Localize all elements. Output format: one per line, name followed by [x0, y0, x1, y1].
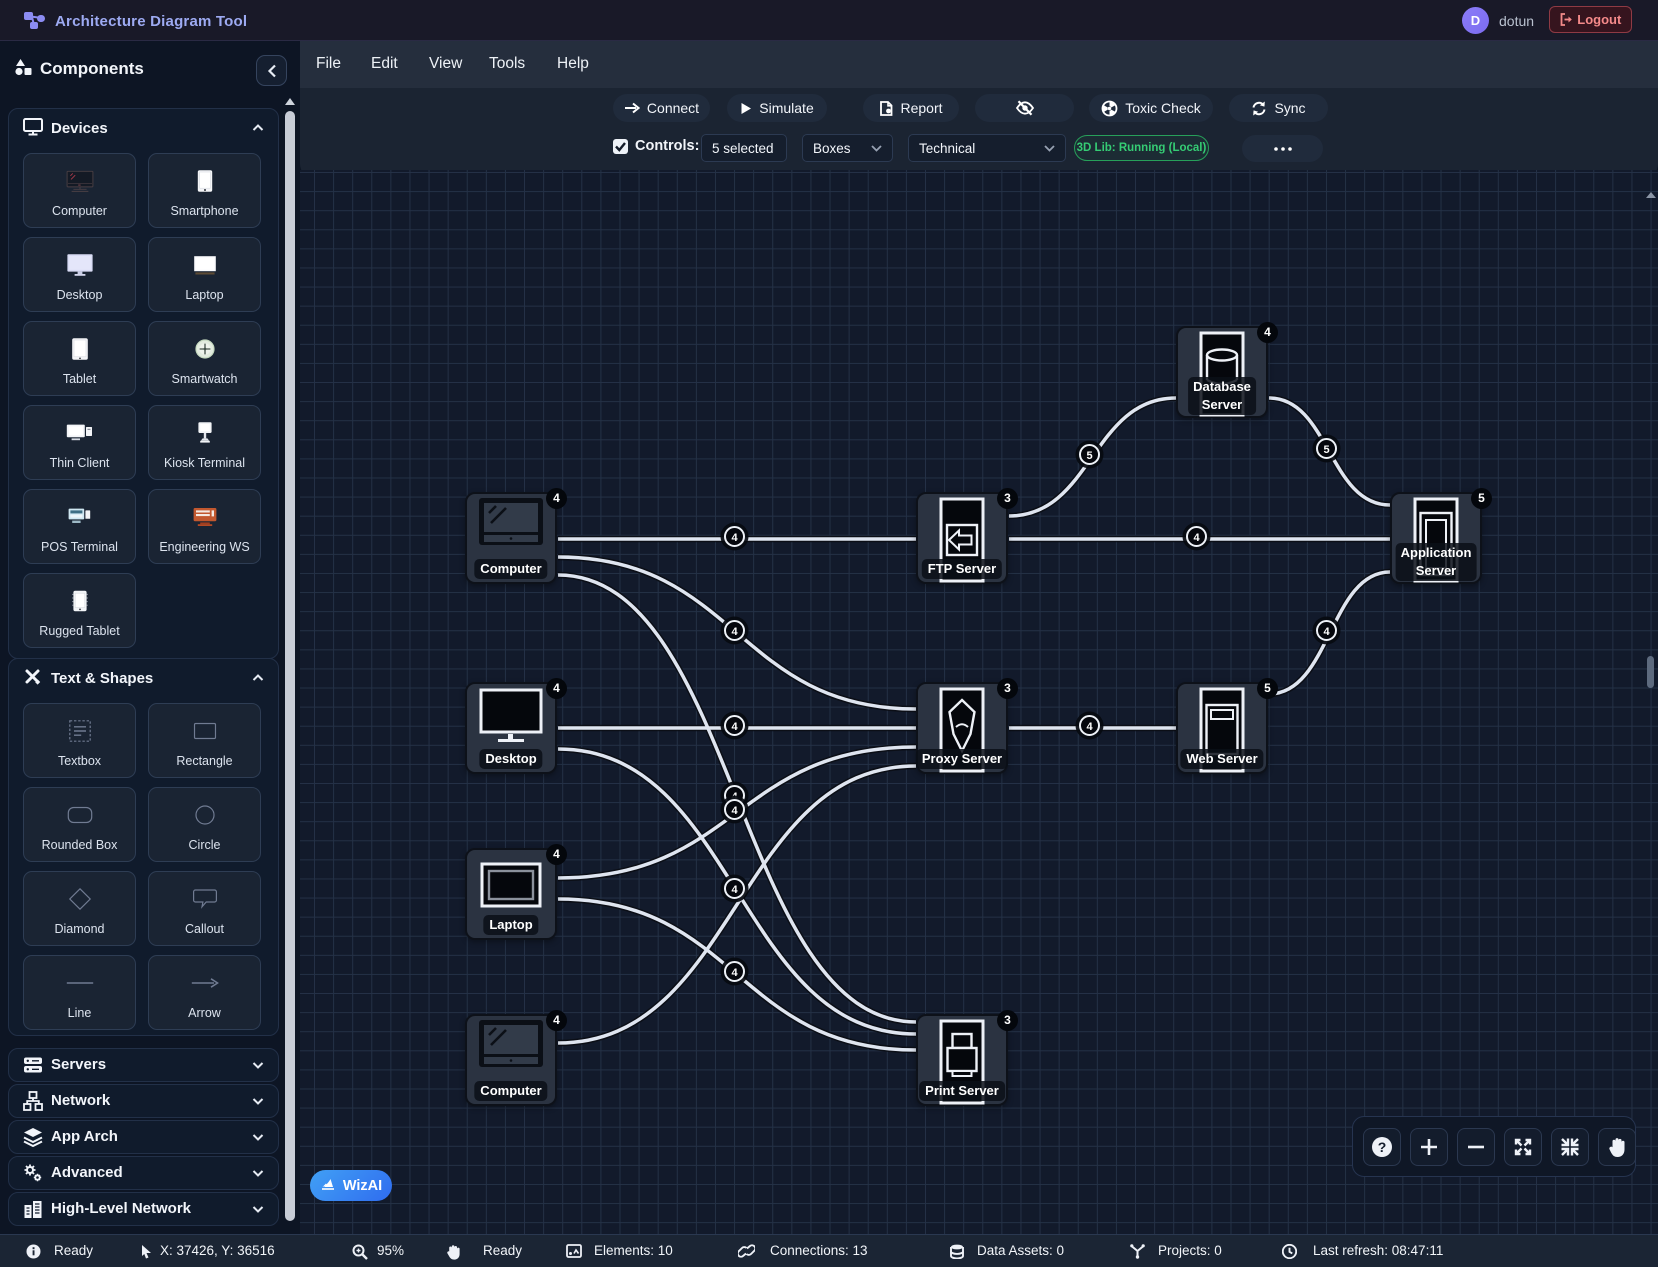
- svg-text:?: ?: [1378, 1139, 1387, 1155]
